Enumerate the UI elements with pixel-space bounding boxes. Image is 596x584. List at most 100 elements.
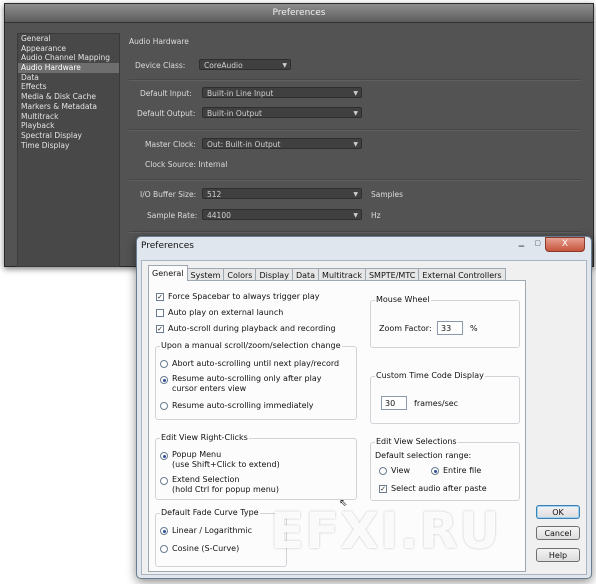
time-code-title: Custom Time Code Display <box>375 371 485 380</box>
device-class-select[interactable]: CoreAudio ▼ <box>199 59 291 70</box>
device-class-value: CoreAudio <box>204 61 243 70</box>
preferences-category-list[interactable]: General Appearance Audio Channel Mapping… <box>17 33 120 267</box>
buffer-size-value: 512 <box>207 190 222 199</box>
abort-scroll-radio[interactable] <box>160 360 168 368</box>
dark-preferences-window: Preferences General Appearance Audio Cha… <box>4 3 594 267</box>
resume-now-radio[interactable] <box>160 402 168 410</box>
range-view-radio[interactable] <box>379 467 387 475</box>
master-clock-select[interactable]: Out: Built-in Output ▼ <box>202 138 362 149</box>
tab-bar: General System Colors Display Data Multitrack… <box>148 265 506 282</box>
category-audio-channel-mapping[interactable]: Audio Channel Mapping <box>18 53 119 63</box>
category-appearance[interactable]: Appearance <box>18 44 119 54</box>
help-button[interactable]: Help <box>536 548 580 562</box>
auto-play-label: Auto play on external launch <box>168 308 284 317</box>
tab-general[interactable]: General <box>148 265 188 281</box>
default-input-select[interactable]: Built-in Line Input ▼ <box>202 87 362 98</box>
sample-rate-select[interactable]: 44100 ▼ <box>202 209 362 220</box>
dropdown-arrow-icon: ▼ <box>353 212 358 219</box>
watermark: EFXI.RU <box>270 502 501 560</box>
auto-scroll-label: Auto-scroll during playback and recordin… <box>168 324 336 333</box>
popup-menu-label-1: Popup Menu <box>172 450 222 459</box>
extend-selection-radio[interactable] <box>160 477 168 485</box>
range-view-label: View <box>391 466 410 475</box>
fade-cosine-radio[interactable] <box>160 545 168 553</box>
resume-now-label: Resume auto-scrolling immediately <box>172 401 314 410</box>
sample-rate-unit: Hz <box>371 211 381 220</box>
category-time-display[interactable]: Time Display <box>18 141 119 151</box>
ok-button[interactable]: OK <box>536 505 580 519</box>
mouse-wheel-title: Mouse Wheel <box>375 295 431 304</box>
zoom-factor-input[interactable]: 33 <box>437 321 463 335</box>
divider <box>129 129 581 131</box>
fade-curve-group: Default Fade Curve Type Linear / Logarit… <box>155 508 287 567</box>
force-spacebar-label: Force Spacebar to always trigger play <box>168 292 320 301</box>
dropdown-arrow-icon: ▼ <box>353 90 358 97</box>
range-entire-label: Entire file <box>443 466 482 475</box>
edit-selections-title: Edit View Selections <box>375 437 458 446</box>
category-effects[interactable]: Effects <box>18 82 119 92</box>
category-audio-hardware[interactable]: Audio Hardware <box>18 63 119 73</box>
resume-after-radio[interactable] <box>160 376 168 384</box>
fade-curve-title: Default Fade Curve Type <box>160 508 260 517</box>
close-button[interactable]: X <box>545 237 585 252</box>
zoom-factor-label: Zoom Factor: <box>379 324 432 333</box>
default-input-value: Built-in Line Input <box>207 89 274 98</box>
select-audio-label: Select audio after paste <box>391 484 487 493</box>
audio-hardware-panel: Audio Hardware Device Class: CoreAudio ▼ … <box>125 33 585 265</box>
zoom-factor-unit: % <box>470 324 478 333</box>
category-playback[interactable]: Playback <box>18 121 119 131</box>
dropdown-arrow-icon: ▼ <box>353 110 358 117</box>
default-output-value: Built-in Output <box>207 109 262 118</box>
auto-scroll-checkbox[interactable]: ✓ <box>156 325 164 333</box>
dropdown-arrow-icon: ▼ <box>353 141 358 148</box>
right-click-group: Edit View Right-Clicks Popup Menu (use S… <box>155 433 357 500</box>
clock-source-text: Clock Source: Internal <box>145 160 228 169</box>
extend-selection-label-2: (hold Ctrl for popup menu) <box>172 485 279 494</box>
window-controls: ▁ ▢ <box>518 239 545 247</box>
buffer-size-unit: Samples <box>371 190 404 199</box>
scroll-behavior-group: Upon a manual scroll/zoom/selection chan… <box>155 341 357 420</box>
category-data[interactable]: Data <box>18 73 119 83</box>
frames-input[interactable]: 30 <box>381 396 407 410</box>
popup-menu-label-2: (use Shift+Click to extend) <box>172 460 280 469</box>
dropdown-arrow-icon: ▼ <box>353 191 358 198</box>
divider <box>129 231 581 233</box>
category-spectral-display[interactable]: Spectral Display <box>18 131 119 141</box>
category-markers-metadata[interactable]: Markers & Metadata <box>18 102 119 112</box>
default-input-label: Default Input: <box>140 89 192 98</box>
dark-window-title: Preferences <box>5 4 593 23</box>
resume-after-label-1: Resume auto-scrolling only after play <box>172 374 322 383</box>
device-class-label: Device Class: <box>135 61 186 70</box>
fade-linear-label: Linear / Logarithmic <box>172 526 252 535</box>
sample-rate-label: Sample Rate: <box>147 211 198 220</box>
category-general[interactable]: General <box>18 34 119 44</box>
popup-menu-radio[interactable] <box>160 452 168 460</box>
default-output-label: Default Output: <box>137 109 196 118</box>
category-media-disk-cache[interactable]: Media & Disk Cache <box>18 92 119 102</box>
default-output-select[interactable]: Built-in Output ▼ <box>202 107 362 118</box>
select-audio-checkbox[interactable]: ✓ <box>379 485 387 493</box>
auto-play-checkbox[interactable] <box>156 309 164 317</box>
frames-unit: frames/sec <box>414 399 459 408</box>
time-code-group: Custom Time Code Display 30 frames/sec <box>370 371 520 424</box>
fade-linear-radio[interactable] <box>160 527 168 535</box>
edit-view-selections-group: Edit View Selections Default selection r… <box>370 437 520 501</box>
sample-rate-value: 44100 <box>207 211 231 220</box>
buffer-size-label: I/O Buffer Size: <box>140 190 197 199</box>
right-click-title: Edit View Right-Clicks <box>160 433 249 442</box>
range-entire-radio[interactable] <box>431 467 439 475</box>
abort-scroll-label: Abort auto-scrolling until next play/rec… <box>172 359 340 368</box>
divider <box>129 79 581 81</box>
resume-after-label-2: cursor enters view <box>172 384 247 393</box>
category-multitrack[interactable]: Multitrack <box>18 112 119 122</box>
divider <box>129 179 581 181</box>
dropdown-arrow-icon: ▼ <box>282 62 287 69</box>
master-clock-value: Out: Built-in Output <box>207 140 281 149</box>
force-spacebar-checkbox[interactable]: ✓ <box>156 293 164 301</box>
extend-selection-label-1: Extend Selection <box>172 475 240 484</box>
cancel-button[interactable]: Cancel <box>536 526 580 540</box>
master-clock-label: Master Clock: <box>145 140 196 149</box>
default-range-label: Default selection range: <box>375 451 472 460</box>
mouse-wheel-group: Mouse Wheel Zoom Factor: 33 % <box>370 295 520 348</box>
buffer-size-select[interactable]: 512 ▼ <box>202 188 362 199</box>
